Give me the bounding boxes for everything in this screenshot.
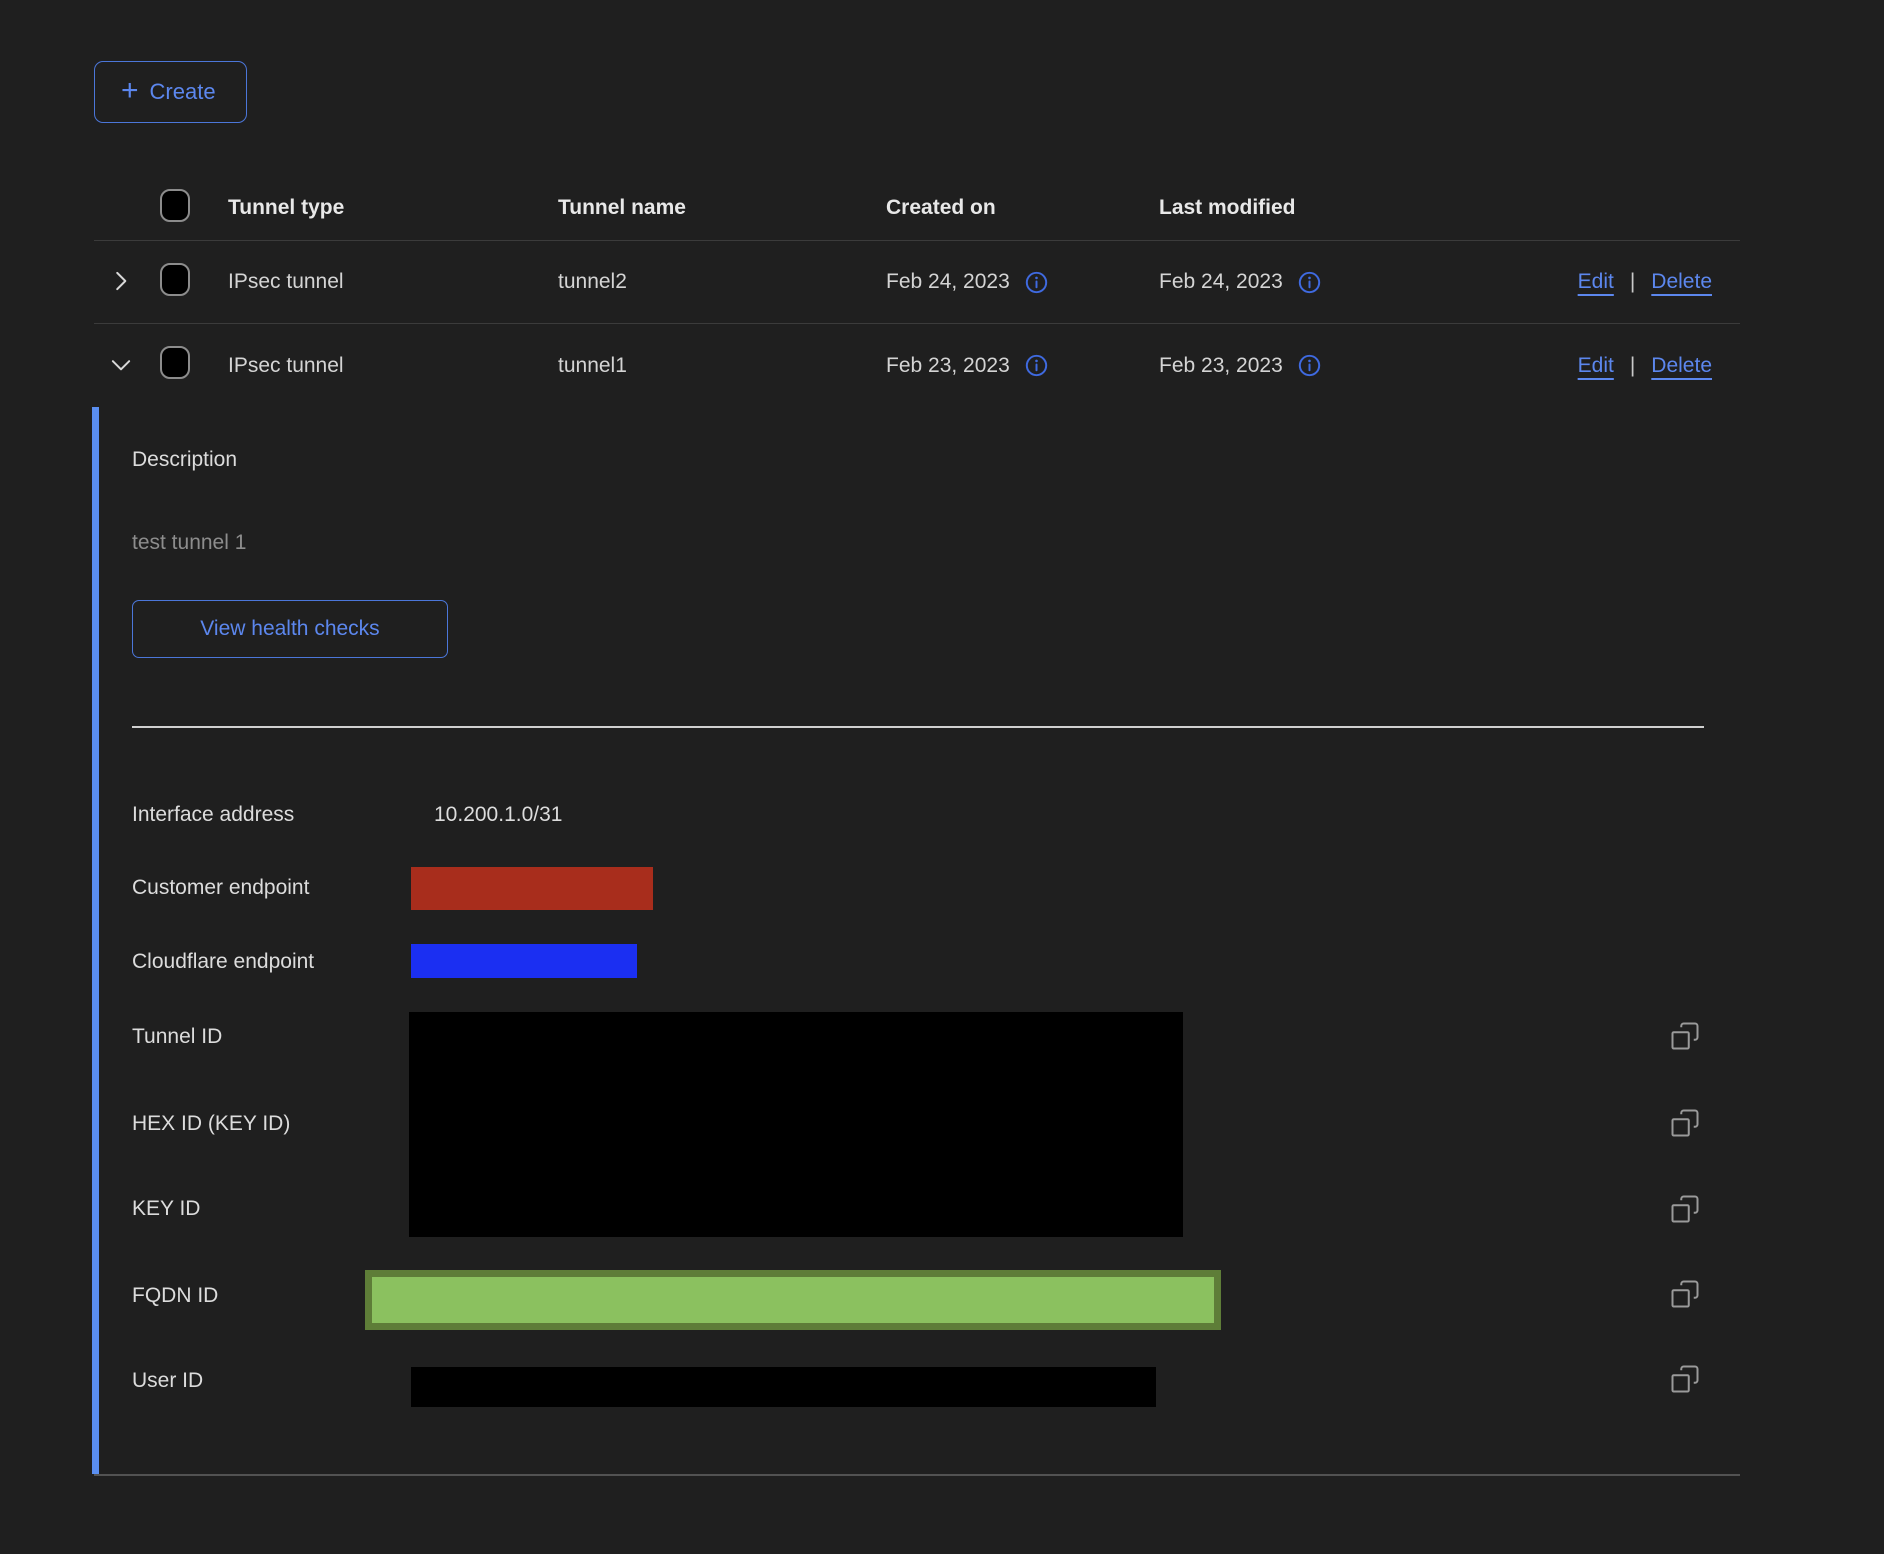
select-all-checkbox[interactable] (160, 189, 190, 222)
tunnel-type-cell: IPsec tunnel (228, 354, 558, 378)
expanded-tunnel-panel: Description test tunnel 1 View health ch… (94, 407, 1740, 1476)
plus-icon: + (121, 76, 139, 106)
collapse-row-button[interactable] (104, 348, 138, 382)
column-header-last-modified: Last modified (1159, 196, 1430, 220)
expand-indicator-bar (92, 407, 99, 1474)
copy-key-id-button[interactable] (1668, 1192, 1702, 1226)
created-on-cell: Feb 23, 2023 (886, 353, 1159, 378)
view-health-checks-button[interactable]: View health checks (132, 600, 448, 658)
hex-id-label: HEX ID (KEY ID) (132, 1111, 290, 1137)
action-separator: | (1630, 270, 1635, 294)
interface-address-label: Interface address (132, 802, 294, 828)
chevron-down-icon (108, 352, 134, 378)
tunnel-name-cell: tunnel1 (558, 354, 886, 378)
column-header-tunnel-type: Tunnel type (228, 196, 558, 220)
last-modified-value: Feb 24, 2023 (1159, 270, 1283, 294)
section-divider (132, 726, 1704, 728)
interface-address-value: 10.200.1.0/31 (434, 802, 562, 828)
create-button[interactable]: + Create (94, 61, 247, 123)
copy-hex-id-button[interactable] (1668, 1106, 1702, 1140)
copy-icon (1670, 1279, 1700, 1309)
tunnels-page: + Create Tunnel type Tunnel name Created… (0, 0, 1884, 1554)
column-header-tunnel-name: Tunnel name (558, 196, 886, 220)
tunnel-type-cell: IPsec tunnel (228, 270, 558, 294)
cloudflare-endpoint-label: Cloudflare endpoint (132, 949, 314, 975)
tunnel-name-cell: tunnel2 (558, 270, 886, 294)
info-icon (1297, 353, 1322, 378)
table-row: IPsec tunnel tunnel1 Feb 23, 2023 Feb 23… (94, 324, 1740, 407)
column-header-created-on: Created on (886, 196, 1159, 220)
edit-link[interactable]: Edit (1578, 354, 1614, 378)
last-modified-info-button[interactable] (1297, 353, 1322, 378)
chevron-right-icon (108, 268, 134, 294)
last-modified-cell: Feb 24, 2023 (1159, 270, 1430, 295)
row-actions-cell: Edit | Delete (1430, 270, 1740, 294)
fqdn-id-label: FQDN ID (132, 1283, 218, 1309)
copy-icon (1670, 1021, 1700, 1051)
created-on-info-button[interactable] (1024, 270, 1049, 295)
edit-link[interactable]: Edit (1578, 270, 1614, 294)
redacted-user-id (411, 1367, 1156, 1407)
delete-link[interactable]: Delete (1651, 270, 1712, 294)
key-id-label: KEY ID (132, 1196, 200, 1222)
created-on-info-button[interactable] (1024, 353, 1049, 378)
row-checkbox[interactable] (160, 263, 190, 296)
copy-icon (1670, 1364, 1700, 1394)
info-icon (1024, 270, 1049, 295)
description-label: Description (132, 447, 237, 473)
row-checkbox[interactable] (160, 346, 190, 379)
customer-endpoint-label: Customer endpoint (132, 875, 309, 901)
created-on-value: Feb 23, 2023 (886, 354, 1010, 378)
action-separator: | (1630, 354, 1635, 378)
last-modified-value: Feb 23, 2023 (1159, 354, 1283, 378)
header-checkbox-cell (160, 189, 228, 227)
redacted-tunnel-hex-key-ids (409, 1012, 1183, 1237)
user-id-label: User ID (132, 1368, 203, 1394)
copy-fqdn-id-button[interactable] (1668, 1277, 1702, 1311)
tunnels-table: Tunnel type Tunnel name Created on Last … (94, 175, 1740, 1476)
tunnel-id-label: Tunnel ID (132, 1024, 222, 1050)
copy-icon (1670, 1108, 1700, 1138)
table-header-row: Tunnel type Tunnel name Created on Last … (94, 175, 1740, 241)
redacted-fqdn-id (365, 1270, 1221, 1330)
created-on-cell: Feb 24, 2023 (886, 270, 1159, 295)
row-actions-cell: Edit | Delete (1430, 354, 1740, 378)
copy-user-id-button[interactable] (1668, 1362, 1702, 1396)
copy-tunnel-id-button[interactable] (1668, 1019, 1702, 1053)
copy-icon (1670, 1194, 1700, 1224)
info-icon (1297, 270, 1322, 295)
last-modified-info-button[interactable] (1297, 270, 1322, 295)
redacted-cloudflare-endpoint (411, 944, 637, 978)
created-on-value: Feb 24, 2023 (886, 270, 1010, 294)
delete-link[interactable]: Delete (1651, 354, 1712, 378)
info-icon (1024, 353, 1049, 378)
table-row: IPsec tunnel tunnel2 Feb 24, 2023 Feb 24… (94, 241, 1740, 324)
expand-row-button[interactable] (104, 264, 138, 298)
create-button-label: Create (150, 79, 216, 105)
redacted-customer-endpoint (411, 867, 653, 910)
last-modified-cell: Feb 23, 2023 (1159, 353, 1430, 378)
description-value: test tunnel 1 (132, 530, 246, 556)
